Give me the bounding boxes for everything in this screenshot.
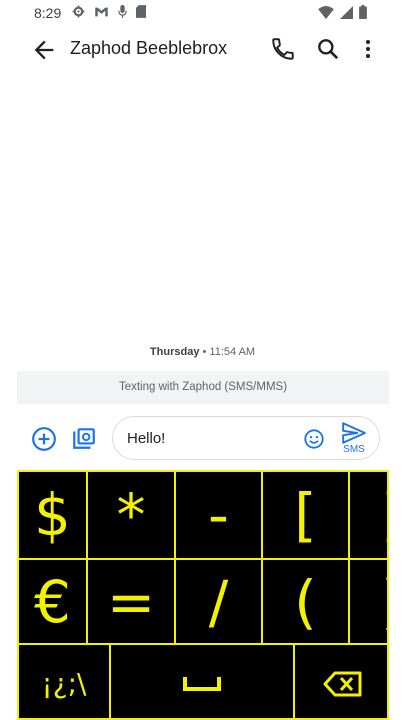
send-sms-label: SMS: [343, 444, 365, 455]
app-bar: Zaphod Beeblebrox: [0, 26, 405, 74]
key-asterisk[interactable]: *: [86, 472, 176, 560]
battery-icon: [359, 5, 367, 19]
phone-icon[interactable]: [270, 36, 296, 62]
backspace-icon: [323, 671, 362, 696]
add-attachment-icon[interactable]: [31, 426, 57, 452]
more-vert-icon[interactable]: [356, 36, 380, 62]
key-euro[interactable]: €: [19, 558, 88, 645]
key-right-bracket[interactable]: ]: [348, 472, 387, 560]
key-backspace[interactable]: [293, 643, 387, 718]
timestamp-day: Thursday: [149, 346, 200, 358]
back-arrow-icon[interactable]: [30, 36, 58, 64]
key-left-paren[interactable]: (: [261, 558, 350, 645]
emoji-icon[interactable]: [303, 428, 325, 450]
sms-mms-banner: Texting with Zaphod (SMS/MMS): [17, 371, 389, 404]
key-space[interactable]: [109, 643, 295, 718]
conversation-title: Zaphod Beeblebrox: [70, 38, 228, 58]
sd-card-icon: [136, 5, 146, 18]
gallery-camera-icon[interactable]: [71, 425, 97, 451]
message-input[interactable]: Hello! SMS: [112, 416, 380, 460]
key-hyphen[interactable]: -: [174, 472, 263, 560]
settings-gear-icon: [72, 5, 85, 18]
key-more-symbols[interactable]: ¡¿;\: [19, 643, 111, 718]
message-text: Hello!: [127, 430, 166, 447]
send-icon[interactable]: [341, 422, 367, 444]
status-bar: 8:29: [0, 0, 405, 26]
key-left-bracket[interactable]: [: [261, 472, 350, 560]
message-timestamp: Thursday • 11:54 AM: [0, 346, 405, 358]
symbol-keyboard: $ * - [ ] € = / ( ) ¡¿;\: [17, 470, 389, 720]
timestamp-separator: •: [199, 346, 210, 358]
wifi-icon: [318, 5, 334, 19]
key-slash[interactable]: /: [174, 558, 263, 645]
gmail-icon: [95, 7, 108, 16]
compose-bar: Hello! SMS: [0, 414, 405, 464]
key-dollar[interactable]: $: [19, 472, 88, 560]
mic-icon: [118, 5, 127, 18]
search-icon[interactable]: [315, 36, 341, 62]
status-time: 8:29: [34, 5, 62, 21]
space-bar-icon: [183, 676, 221, 691]
timestamp-time: 11:54 AM: [209, 346, 256, 358]
signal-icon: [340, 5, 353, 19]
key-equals[interactable]: =: [86, 558, 176, 645]
key-right-paren[interactable]: ): [348, 558, 387, 645]
